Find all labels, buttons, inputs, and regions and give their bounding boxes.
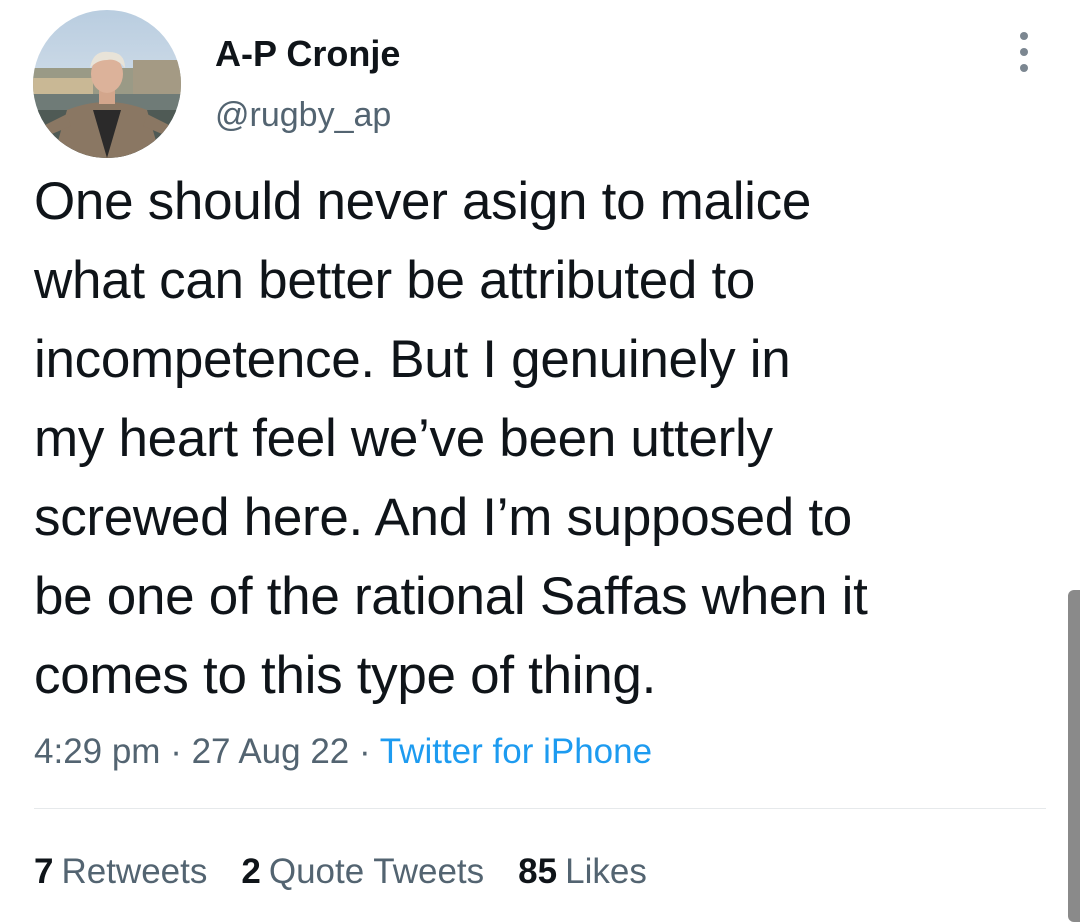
scrollbar[interactable] — [1068, 590, 1080, 922]
quote-tweets-label: Quote Tweets — [268, 852, 485, 891]
quote-tweets-count: 2 — [241, 852, 261, 891]
tweet-date[interactable]: 27 Aug 22 — [192, 732, 350, 771]
tweet-text-line: my heart feel we’ve been utterly — [34, 409, 773, 468]
tweet-text-line: One should never asign to malice — [34, 172, 812, 231]
dot — [1020, 32, 1028, 40]
dot — [1020, 64, 1028, 72]
tweet-time[interactable]: 4:29 pm — [34, 732, 160, 771]
author-name[interactable]: A-P Cronje — [215, 32, 400, 76]
likes-count: 85 — [518, 852, 558, 891]
separator: · — [358, 732, 380, 771]
dot — [1020, 48, 1028, 56]
more-options-icon[interactable] — [1008, 32, 1040, 72]
tweet-text-line: screwed here. And I’m supposed to — [34, 488, 852, 547]
retweets-stat[interactable]: 7 Retweets — [34, 850, 207, 894]
tweet-stats: 7 Retweets 2 Quote Tweets 85 Likes — [34, 850, 681, 894]
tweet-source-link[interactable]: Twitter for iPhone — [380, 732, 652, 771]
tweet-text-line: incompetence. But I genuinely in — [34, 330, 791, 389]
tweet-text-line: comes to this type of thing. — [34, 646, 657, 705]
tweet-metadata: 4:29 pm · 27 Aug 22 · Twitter for iPhone — [34, 730, 652, 774]
retweets-label: Retweets — [61, 852, 208, 891]
tweet-text-line: be one of the rational Saffas when it — [34, 567, 868, 626]
likes-stat[interactable]: 85 Likes — [518, 850, 647, 894]
quote-tweets-stat[interactable]: 2 Quote Tweets — [241, 850, 484, 894]
tweet: A-P Cronje @rugby_ap One should never as… — [0, 0, 1080, 922]
avatar-image — [33, 10, 181, 158]
tweet-text: One should never asign to malice what ca… — [34, 162, 1034, 715]
tweet-text-line: what can better be attributed to — [34, 251, 756, 310]
avatar[interactable] — [33, 10, 181, 158]
divider — [34, 808, 1046, 809]
retweets-count: 7 — [34, 852, 54, 891]
author-handle[interactable]: @rugby_ap — [215, 94, 391, 136]
likes-label: Likes — [565, 852, 647, 891]
separator: · — [170, 732, 192, 771]
